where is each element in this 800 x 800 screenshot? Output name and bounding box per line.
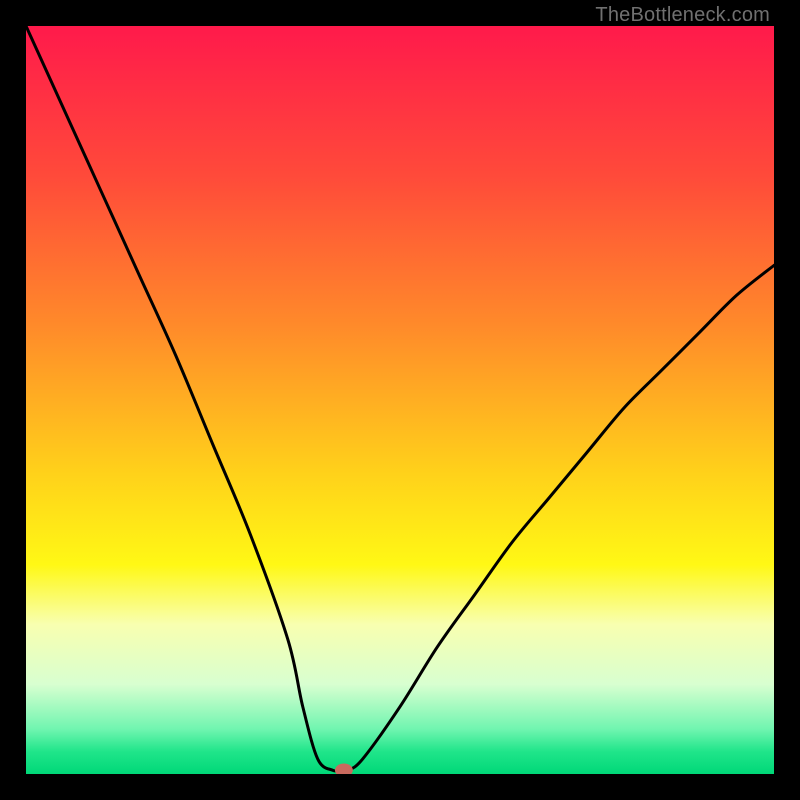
bottleneck-curve bbox=[26, 26, 774, 774]
watermark-text: TheBottleneck.com bbox=[595, 4, 770, 27]
chart-frame: TheBottleneck.com bbox=[0, 0, 800, 800]
optimal-point-marker bbox=[335, 764, 353, 774]
plot-area bbox=[26, 26, 774, 774]
